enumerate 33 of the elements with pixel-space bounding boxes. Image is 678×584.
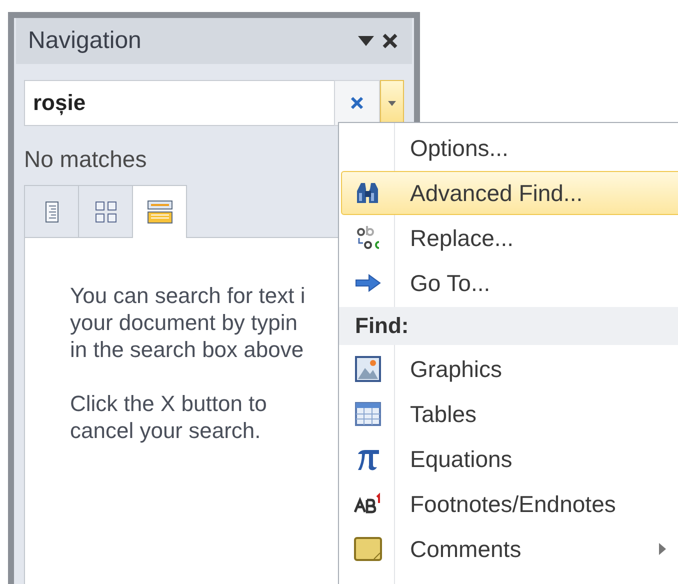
help-text: Click the X button to cancel your search.	[70, 390, 267, 444]
replace-icon	[356, 225, 380, 251]
results-icon	[146, 200, 172, 224]
binoculars-icon	[355, 181, 381, 205]
menu-item[interactable]: Replace...	[341, 216, 678, 260]
view-tab[interactable]	[132, 185, 187, 238]
pane-title: Navigation	[28, 27, 142, 55]
thumbnails-icon	[94, 200, 116, 222]
status-text: No matches	[24, 146, 148, 173]
menu-item[interactable]: Options...	[341, 126, 678, 170]
search-field[interactable]: roșie	[24, 80, 334, 126]
caret-icon	[388, 100, 396, 106]
page-icon	[44, 200, 58, 222]
image-icon	[355, 356, 381, 382]
menu-section-header: Find:	[339, 307, 678, 345]
caret-icon	[358, 36, 374, 46]
menu-item[interactable]: Footnotes/Endnotes	[341, 482, 678, 526]
menu-item[interactable]: Equations	[341, 437, 678, 481]
comment-icon	[354, 537, 382, 561]
table-icon	[355, 402, 381, 426]
menu-item[interactable]: Comments	[341, 527, 678, 571]
menu-item[interactable]: Graphics	[341, 347, 678, 391]
menu-item[interactable]: Advanced Find...	[341, 171, 678, 215]
menu-item[interactable]: Go To...	[341, 261, 678, 305]
help-text: You can search for text i your document by typin in the search box above	[70, 282, 306, 363]
submenu-arrow-icon	[659, 543, 666, 555]
close-icon	[382, 33, 398, 49]
view-tab[interactable]	[24, 185, 79, 237]
close-icon	[350, 96, 364, 110]
menu-item[interactable]: Tables	[341, 392, 678, 436]
arrow-icon	[355, 274, 381, 292]
footnote-icon	[354, 492, 382, 516]
clear-button[interactable]	[334, 80, 380, 126]
